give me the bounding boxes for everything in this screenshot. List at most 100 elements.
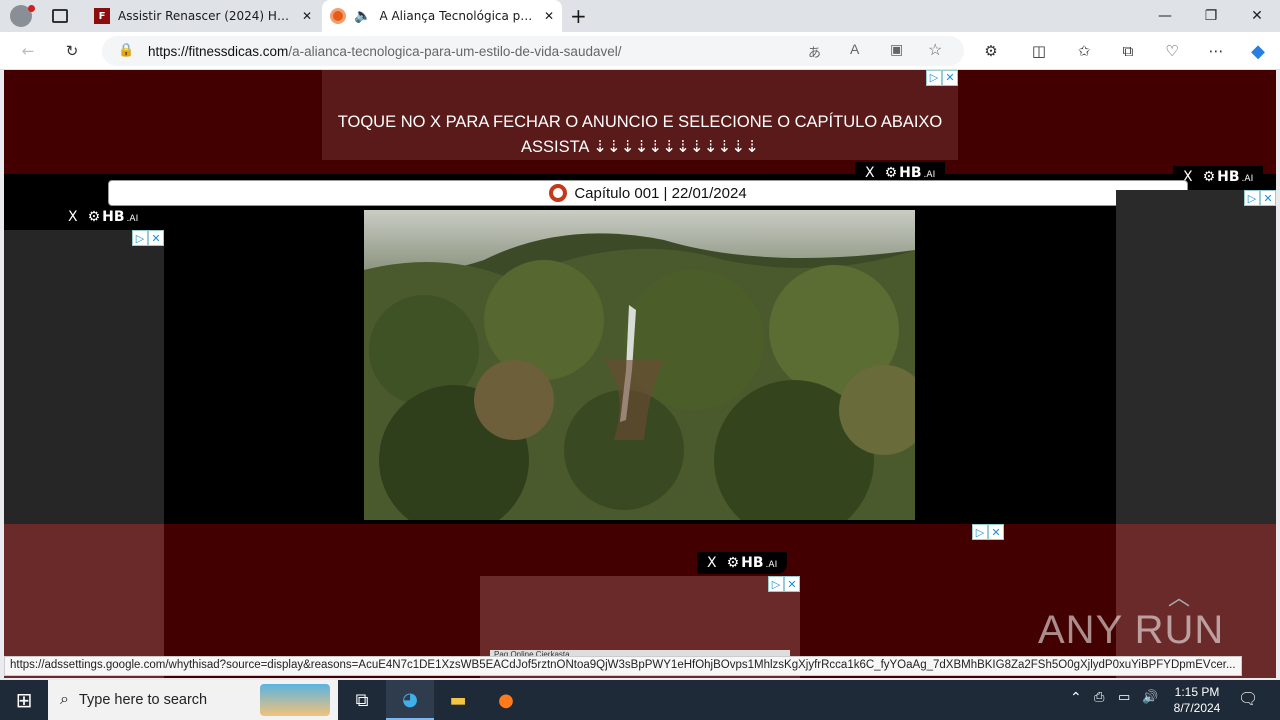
chapter-icon: [549, 184, 568, 202]
ad-choices-close[interactable]: ▷ ✕: [926, 70, 958, 86]
search-placeholder: Type here to search: [78, 692, 208, 708]
search-icon: ⌕: [60, 691, 69, 708]
hb-brand-suffix: .AI: [126, 213, 139, 224]
collections-icon[interactable]: ⧉: [1112, 35, 1144, 67]
hb-brand: HB: [102, 209, 125, 225]
ad-close-icon[interactable]: ✕: [1260, 190, 1276, 206]
banner-line-2: ASSISTA ⇣⇣⇣⇣⇣⇣⇣⇣⇣⇣⇣⇣: [520, 138, 760, 156]
tab-actions-icon[interactable]: [52, 9, 68, 23]
web-page: TOQUE NO X PARA FECHAR O ANUNCIO E SELEC…: [4, 70, 1276, 678]
tab-renascer[interactable]: F Assistir Renascer (2024) HD - Nov ✕: [86, 0, 320, 32]
address-bar-row: ← ↻ 🔒 https://fitnessdicas.com/a-alianca…: [0, 32, 1280, 70]
minimize-icon[interactable]: —: [1142, 0, 1188, 32]
chapter-select[interactable]: Capítulo 001 | 22/01/2024 ⌄: [108, 180, 1188, 206]
ad-choices-icon[interactable]: ▷: [768, 576, 784, 592]
split-screen-icon[interactable]: ◫: [1023, 35, 1055, 67]
tray-device-icon[interactable]: ⎙: [1094, 690, 1104, 705]
copilot-icon[interactable]: ◆: [1242, 35, 1274, 67]
close-icon[interactable]: X: [707, 555, 717, 571]
notifications-icon[interactable]: 🗨: [1238, 689, 1258, 708]
tab-strip: F Assistir Renascer (2024) HD - Nov ✕ 🔈 …: [0, 0, 1280, 32]
search-highlight-icon: [260, 684, 330, 716]
url-field[interactable]: 🔒 https://fitnessdicas.com/a-alianca-tec…: [102, 36, 964, 66]
hb-brand-suffix: .AI: [765, 559, 778, 570]
status-bar-url: https://adssettings.google.com/whythisad…: [4, 656, 1242, 676]
task-view-icon[interactable]: ⧉: [338, 680, 386, 720]
ad-choices-icon[interactable]: ▷: [926, 70, 942, 86]
restore-icon[interactable]: ❐: [1188, 0, 1234, 32]
windows-taskbar: ⊞ ⌕ Type here to search ⧉ ◕ ▬ ● ⌃ ⎙ ▭ 🔊 …: [0, 680, 1280, 720]
hb-ad-badge[interactable]: X ⚙ HB .AI: [58, 206, 149, 228]
hb-logo-icon: ⚙: [884, 165, 898, 181]
read-aloud-icon[interactable]: A: [850, 41, 859, 57]
hb-logo-icon: ⚙: [1202, 169, 1216, 185]
ad-choices-icon[interactable]: ▷: [1244, 190, 1260, 206]
ad-choices-close[interactable]: ▷ ✕: [972, 524, 1004, 540]
close-tab-icon[interactable]: ✕: [544, 9, 554, 23]
lock-icon[interactable]: 🔒: [118, 42, 134, 58]
back-icon[interactable]: ←: [12, 35, 44, 67]
ad-choices-icon[interactable]: ▷: [132, 230, 148, 246]
url-path: /a-alianca-tecnologica-para-um-estilo-de…: [288, 43, 622, 59]
extensions-icon[interactable]: ⚙: [975, 35, 1007, 67]
ad-close-icon[interactable]: ✕: [148, 230, 164, 246]
browser-essentials-icon[interactable]: ♡: [1156, 35, 1188, 67]
hb-brand-suffix: .AI: [923, 169, 936, 180]
ad-choices-icon[interactable]: ▷: [972, 524, 988, 540]
url-host: https://fitnessdicas.com: [148, 43, 289, 59]
hb-logo-icon: ⚙: [726, 555, 740, 571]
hb-brand: HB: [1217, 169, 1240, 185]
firefox-icon[interactable]: ●: [482, 680, 530, 720]
instruction-banner: TOQUE NO X PARA FECHAR O ANUNCIO E SELEC…: [322, 70, 958, 160]
settings-more-icon[interactable]: ⋯: [1200, 35, 1232, 67]
notification-dot: [28, 5, 35, 12]
tab-alianca[interactable]: 🔈 A Aliança Tecnológica para u ✕: [322, 0, 562, 32]
immersive-reader-icon[interactable]: ▣: [890, 41, 903, 58]
right-ad-panel[interactable]: ▷ ✕: [1116, 190, 1276, 524]
favorites-icon[interactable]: ✩: [1068, 35, 1100, 67]
favorite-star-icon[interactable]: ☆: [928, 40, 942, 60]
jungle-waterfall-image: [364, 210, 915, 520]
close-icon[interactable]: X: [865, 165, 875, 181]
banner-line-1: TOQUE NO X PARA FECHAR O ANUNCIO E SELEC…: [337, 113, 943, 131]
video-player[interactable]: [364, 210, 915, 520]
speaker-icon[interactable]: 🔈: [354, 8, 371, 24]
ad-close-icon[interactable]: ✕: [942, 70, 958, 86]
tray-chevron-icon[interactable]: ⌃: [1070, 690, 1082, 706]
chapter-select-value: Capítulo 001 | 22/01/2024: [574, 184, 747, 202]
ad-close-icon[interactable]: ✕: [988, 524, 1004, 540]
new-tab-icon[interactable]: +: [570, 4, 587, 28]
refresh-icon[interactable]: ↻: [56, 35, 88, 67]
windows-start-icon[interactable]: ⊞: [0, 680, 48, 720]
clock-date: 8/7/2024: [1173, 701, 1221, 715]
clock-time: 1:15 PM: [1174, 685, 1220, 699]
bottom-left-ad[interactable]: [4, 524, 164, 678]
left-ad-panel[interactable]: ▷ ✕: [4, 230, 164, 524]
bottom-right-ad[interactable]: [1116, 524, 1276, 678]
hb-brand: HB: [899, 165, 922, 181]
hb-ad-badge[interactable]: X ⚙ HB .AI: [697, 552, 788, 574]
network-icon[interactable]: ▭: [1118, 690, 1130, 705]
close-window-icon[interactable]: ✕: [1234, 0, 1280, 32]
ad-choices-close[interactable]: ▷ ✕: [1244, 190, 1276, 206]
ad-choices-close[interactable]: ▷ ✕: [132, 230, 164, 246]
ad-close-icon[interactable]: ✕: [784, 576, 800, 592]
translate-icon[interactable]: あ: [808, 42, 821, 61]
hb-logo-icon: ⚙: [87, 209, 101, 225]
taskbar-search[interactable]: ⌕ Type here to search: [48, 680, 338, 720]
edge-taskbar-icon[interactable]: ◕: [386, 680, 434, 720]
hb-brand: HB: [741, 555, 764, 571]
hb-brand-suffix: .AI: [1241, 173, 1254, 184]
site-favicon-icon: [330, 8, 346, 24]
clock[interactable]: 1:15 PM 8/7/2024: [1166, 684, 1228, 716]
close-tab-icon[interactable]: ✕: [302, 9, 312, 23]
file-explorer-icon[interactable]: ▬: [434, 680, 482, 720]
close-icon[interactable]: X: [68, 209, 78, 225]
ad-choices-close[interactable]: ▷ ✕: [768, 576, 800, 592]
tab-title: A Aliança Tecnológica para u: [379, 9, 536, 23]
anyrun-watermark: ANY RUN: [1038, 608, 1225, 652]
tab-title: Assistir Renascer (2024) HD - Nov: [118, 9, 294, 23]
bottom-ad-area: ▷ ✕ X ⚙ HB .AI ▷ ✕ Pag Online Cierkasta: [4, 524, 1276, 678]
site-favicon-icon: F: [94, 8, 110, 24]
volume-icon[interactable]: 🔊: [1142, 690, 1158, 705]
